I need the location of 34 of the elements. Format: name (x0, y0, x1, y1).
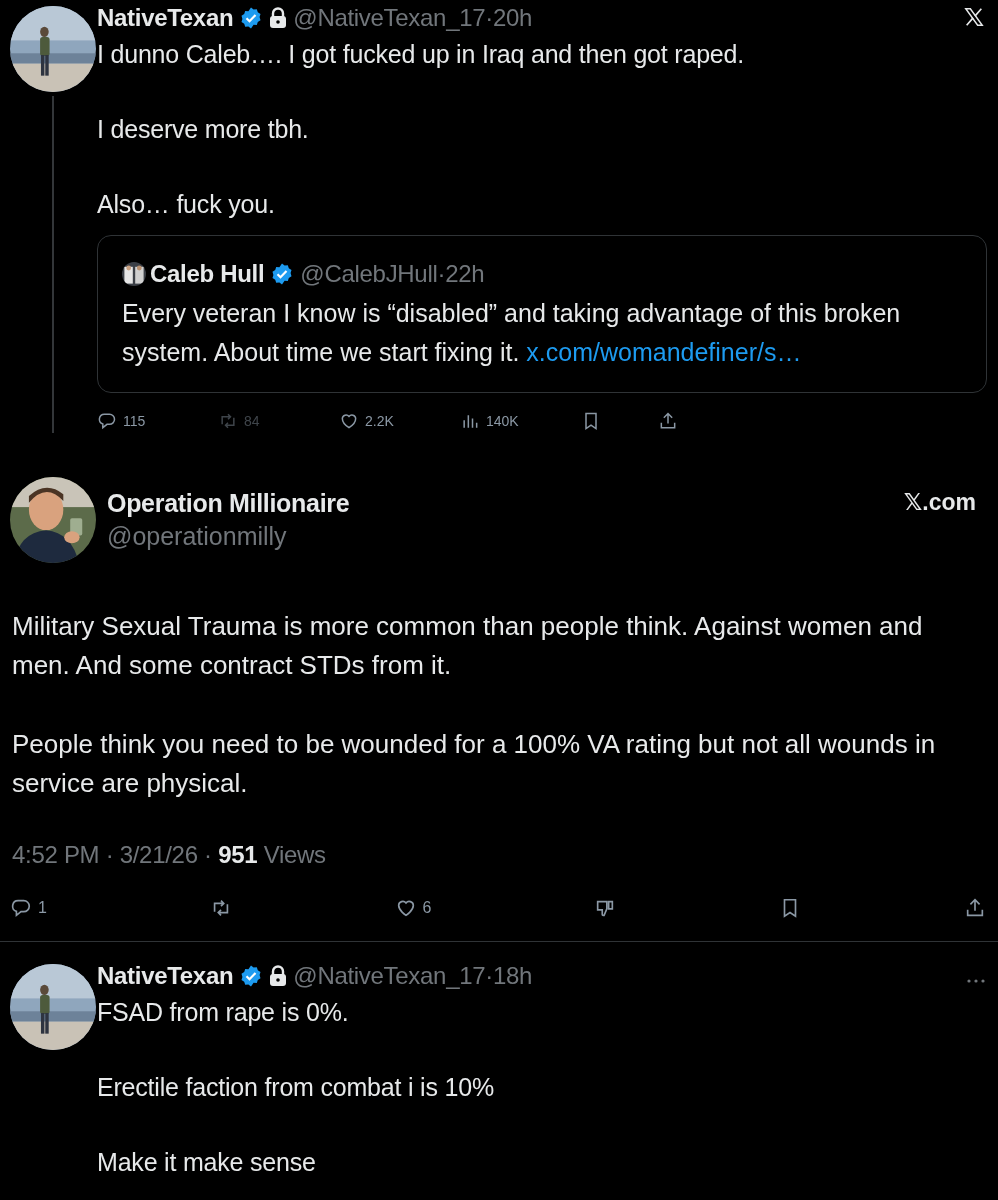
reply-button[interactable]: 115 (97, 411, 146, 431)
x-logo-icon (963, 6, 985, 28)
author-name[interactable]: Operation Millionaire (107, 485, 893, 521)
speech-bubble-icon (97, 411, 117, 431)
reply-button[interactable]: 1 (10, 897, 47, 919)
timestamp: 4:52 PM · 3/21/26 · 951 Views (11, 840, 327, 870)
tweet-text: People think you need to be wounded for a 100% VA rating but not all wounds in service are physical. (12, 728, 937, 800)
author-name[interactable]: Caleb Hull (150, 260, 265, 288)
quoted-tweet-card[interactable]: Caleb Hull @CalebJHull·22h Every veteran I know is “disabled” and taking advantage of this broken system. About time we start fixing it. x.com/womandefiner/s… (97, 235, 987, 393)
heart-icon (339, 411, 359, 431)
tweet-text: Make it make sense (97, 1147, 317, 1178)
tweet-text: FSAD from rape is 0%. (97, 997, 350, 1028)
speech-bubble-icon (10, 897, 32, 919)
handle-and-time: @NativeTexan_17·18h (293, 962, 533, 990)
link[interactable]: x.com/womandefiner/s… (526, 338, 802, 366)
tweet-text: I dunno Caleb…. I got fucked up in Iraq and then got raped. (97, 39, 745, 70)
views-button[interactable]: 140K (460, 411, 519, 431)
like-button[interactable]: 6 (394, 897, 432, 919)
handle-and-time: @NativeTexan_17·20h (293, 4, 533, 32)
author-name[interactable]: NativeTexan (97, 4, 234, 32)
tweet-text: I deserve more tbh. (97, 114, 310, 145)
handle-and-time: @CalebJHull·22h (300, 260, 485, 288)
quoted-text: Every veteran I know is “disabled” and taking advantage of this broken system. About time we start fixing it. x.com/womandefiner/s… (122, 298, 902, 368)
author-handle[interactable]: @operationmilly (107, 521, 893, 551)
share-icon (658, 411, 678, 431)
ellipsis-icon (966, 978, 986, 984)
like-button[interactable]: 2.2K (339, 411, 394, 431)
repost-arrows-icon (218, 411, 238, 431)
tweet-text: Military Sexual Trauma is more common than people think. Against women and men. And some contract STDs from it. (12, 610, 924, 682)
tweet-text: Also… fuck you. (97, 189, 276, 220)
tweet-text: Erectile faction from combat i is 10% (97, 1072, 495, 1103)
source-label: 𝕏.com (903, 488, 977, 516)
author-name[interactable]: NativeTexan (97, 962, 234, 990)
share-button[interactable] (658, 411, 678, 431)
